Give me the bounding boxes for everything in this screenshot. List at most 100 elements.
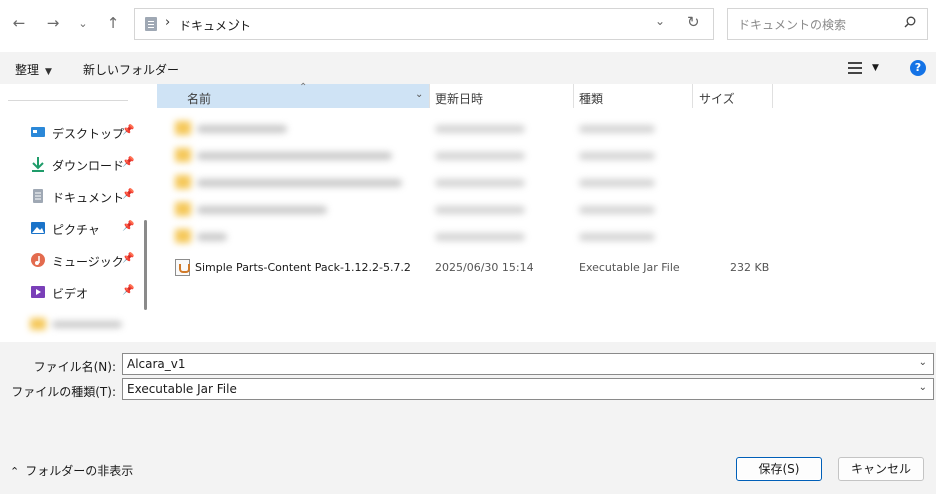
nav-item-label: ビデオ [52, 287, 89, 301]
pin-icon: 📌 [122, 285, 135, 296]
column-divider[interactable] [772, 84, 773, 108]
picture-icon [31, 222, 45, 234]
column-header-size[interactable]: サイズ [699, 90, 735, 107]
obscured-date [435, 206, 525, 214]
filetype-label: ファイルの種類(T): [11, 385, 116, 399]
table-row[interactable] [157, 225, 936, 249]
search-box[interactable] [727, 8, 928, 40]
address-dropdown-icon[interactable]: ⌄ [655, 14, 665, 28]
view-dropdown-icon[interactable]: ▼ [872, 63, 879, 73]
forward-button[interactable]: → [40, 10, 66, 36]
obscured-name [197, 125, 287, 133]
nav-item-videos[interactable]: ビデオ 📌 [30, 282, 140, 302]
document-icon [145, 17, 157, 31]
new-folder-button[interactable]: 新しいフォルダー [83, 61, 179, 78]
column-header-date[interactable]: 更新日時 [435, 90, 483, 107]
arrow-up-icon: ↑ [106, 14, 120, 32]
table-row-jar-file[interactable]: Simple Parts-Content Pack-1.12.2-5.7.2 2… [157, 256, 936, 280]
recent-locations-button[interactable]: ⌄ [70, 10, 96, 36]
nav-item-music[interactable]: ミュージック 📌 [30, 250, 140, 270]
chevron-down-icon[interactable]: ⌄ [919, 382, 927, 393]
breadcrumb-separator[interactable]: › [235, 15, 240, 30]
video-icon [31, 286, 45, 298]
nav-item-label: ドキュメント [52, 191, 125, 205]
back-button[interactable]: ← [6, 10, 32, 36]
table-row[interactable] [157, 171, 936, 195]
refresh-icon[interactable]: ↻ [687, 13, 700, 31]
address-bar[interactable]: › ドキュメント › ⌄ ↻ [134, 8, 714, 40]
obscured-date [435, 125, 525, 133]
music-icon [31, 253, 45, 267]
download-icon [32, 157, 44, 172]
hide-folders-button[interactable]: ⌃ フォルダーの非表示 [10, 462, 133, 479]
nav-item-label: デスクトップ [52, 127, 125, 141]
file-date: 2025/06/30 15:14 [435, 261, 534, 274]
table-row[interactable] [157, 117, 936, 141]
obscured-name [197, 233, 227, 241]
nav-item-pictures[interactable]: ピクチャ 📌 [30, 218, 140, 238]
column-divider[interactable] [429, 84, 430, 108]
hide-folders-label: フォルダーの非表示 [25, 464, 134, 478]
obscured-name [197, 179, 402, 187]
obscured-date [435, 152, 525, 160]
chevron-down-icon: ⌄ [78, 16, 88, 30]
nav-item-downloads[interactable]: ダウンロード 📌 [30, 154, 140, 174]
pin-icon: 📌 [122, 125, 135, 136]
nav-item-documents[interactable]: ドキュメント 📌 [30, 186, 140, 206]
table-row[interactable] [157, 198, 936, 222]
filename-label: ファイル名(N): [33, 360, 116, 374]
document-icon [33, 189, 43, 203]
obscured-type [579, 233, 655, 241]
search-icon[interactable] [904, 16, 916, 28]
column-header-type[interactable]: 種類 [579, 90, 603, 107]
save-button[interactable]: 保存(S) [736, 457, 822, 481]
column-divider[interactable] [573, 84, 574, 108]
navigation-pane: デスクトップ 📌 ダウンロード 📌 ドキュメント 📌 ピクチャ 📌 ミュージック… [0, 84, 152, 342]
nav-item-obscured[interactable] [30, 314, 140, 334]
up-button[interactable]: ↑ [100, 10, 126, 36]
nav-item-label: ピクチャ [52, 223, 100, 237]
folder-icon [175, 175, 191, 189]
column-header-name[interactable]: 名前 ⌃ ⌄ [157, 82, 429, 108]
pin-icon: 📌 [122, 189, 135, 200]
breadcrumb-separator[interactable]: › [165, 15, 170, 30]
obscured-type [579, 152, 655, 160]
pin-icon: 📌 [122, 253, 135, 264]
obscured-label [52, 321, 122, 328]
file-name: Simple Parts-Content Pack-1.12.2-5.7.2 [195, 261, 411, 274]
column-header-label: 名前 [187, 92, 212, 106]
caret-down-icon: ▼ [45, 67, 52, 77]
chevron-down-icon[interactable]: ⌄ [919, 357, 927, 368]
folder-icon [175, 148, 191, 162]
help-button[interactable]: ? [910, 60, 926, 76]
nav-scrollbar[interactable] [144, 220, 147, 310]
column-filter-icon[interactable]: ⌄ [415, 89, 423, 100]
arrow-left-icon: ← [12, 14, 26, 32]
filename-value[interactable]: Alcara_v1 [127, 357, 186, 371]
obscured-date [435, 179, 525, 187]
breadcrumb-documents[interactable]: ドキュメント [179, 17, 251, 34]
folder-icon [175, 121, 191, 135]
pin-icon: 📌 [122, 221, 135, 232]
desktop-icon [31, 127, 45, 137]
obscured-date [435, 233, 525, 241]
view-options-icon[interactable] [848, 62, 862, 74]
search-input[interactable] [736, 15, 900, 35]
file-size: 232 KB [730, 261, 770, 274]
file-type: Executable Jar File [579, 261, 680, 274]
obscured-type [579, 179, 655, 187]
table-row[interactable] [157, 144, 936, 168]
command-bar: 整理 ▼ 新しいフォルダー ▼ ? [0, 52, 936, 84]
cancel-button[interactable]: キャンセル [838, 457, 924, 481]
filename-field[interactable]: Alcara_v1 ⌄ [122, 353, 934, 375]
folder-icon [175, 202, 191, 216]
pin-icon: 📌 [122, 157, 135, 168]
folder-icon [30, 318, 46, 330]
nav-item-desktop[interactable]: デスクトップ 📌 [30, 122, 140, 142]
filetype-select[interactable]: Executable Jar File ⌄ [122, 378, 934, 400]
column-divider[interactable] [692, 84, 693, 108]
obscured-type [579, 125, 655, 133]
folder-icon [175, 229, 191, 243]
obscured-type [579, 206, 655, 214]
organize-button[interactable]: 整理 ▼ [15, 61, 52, 78]
